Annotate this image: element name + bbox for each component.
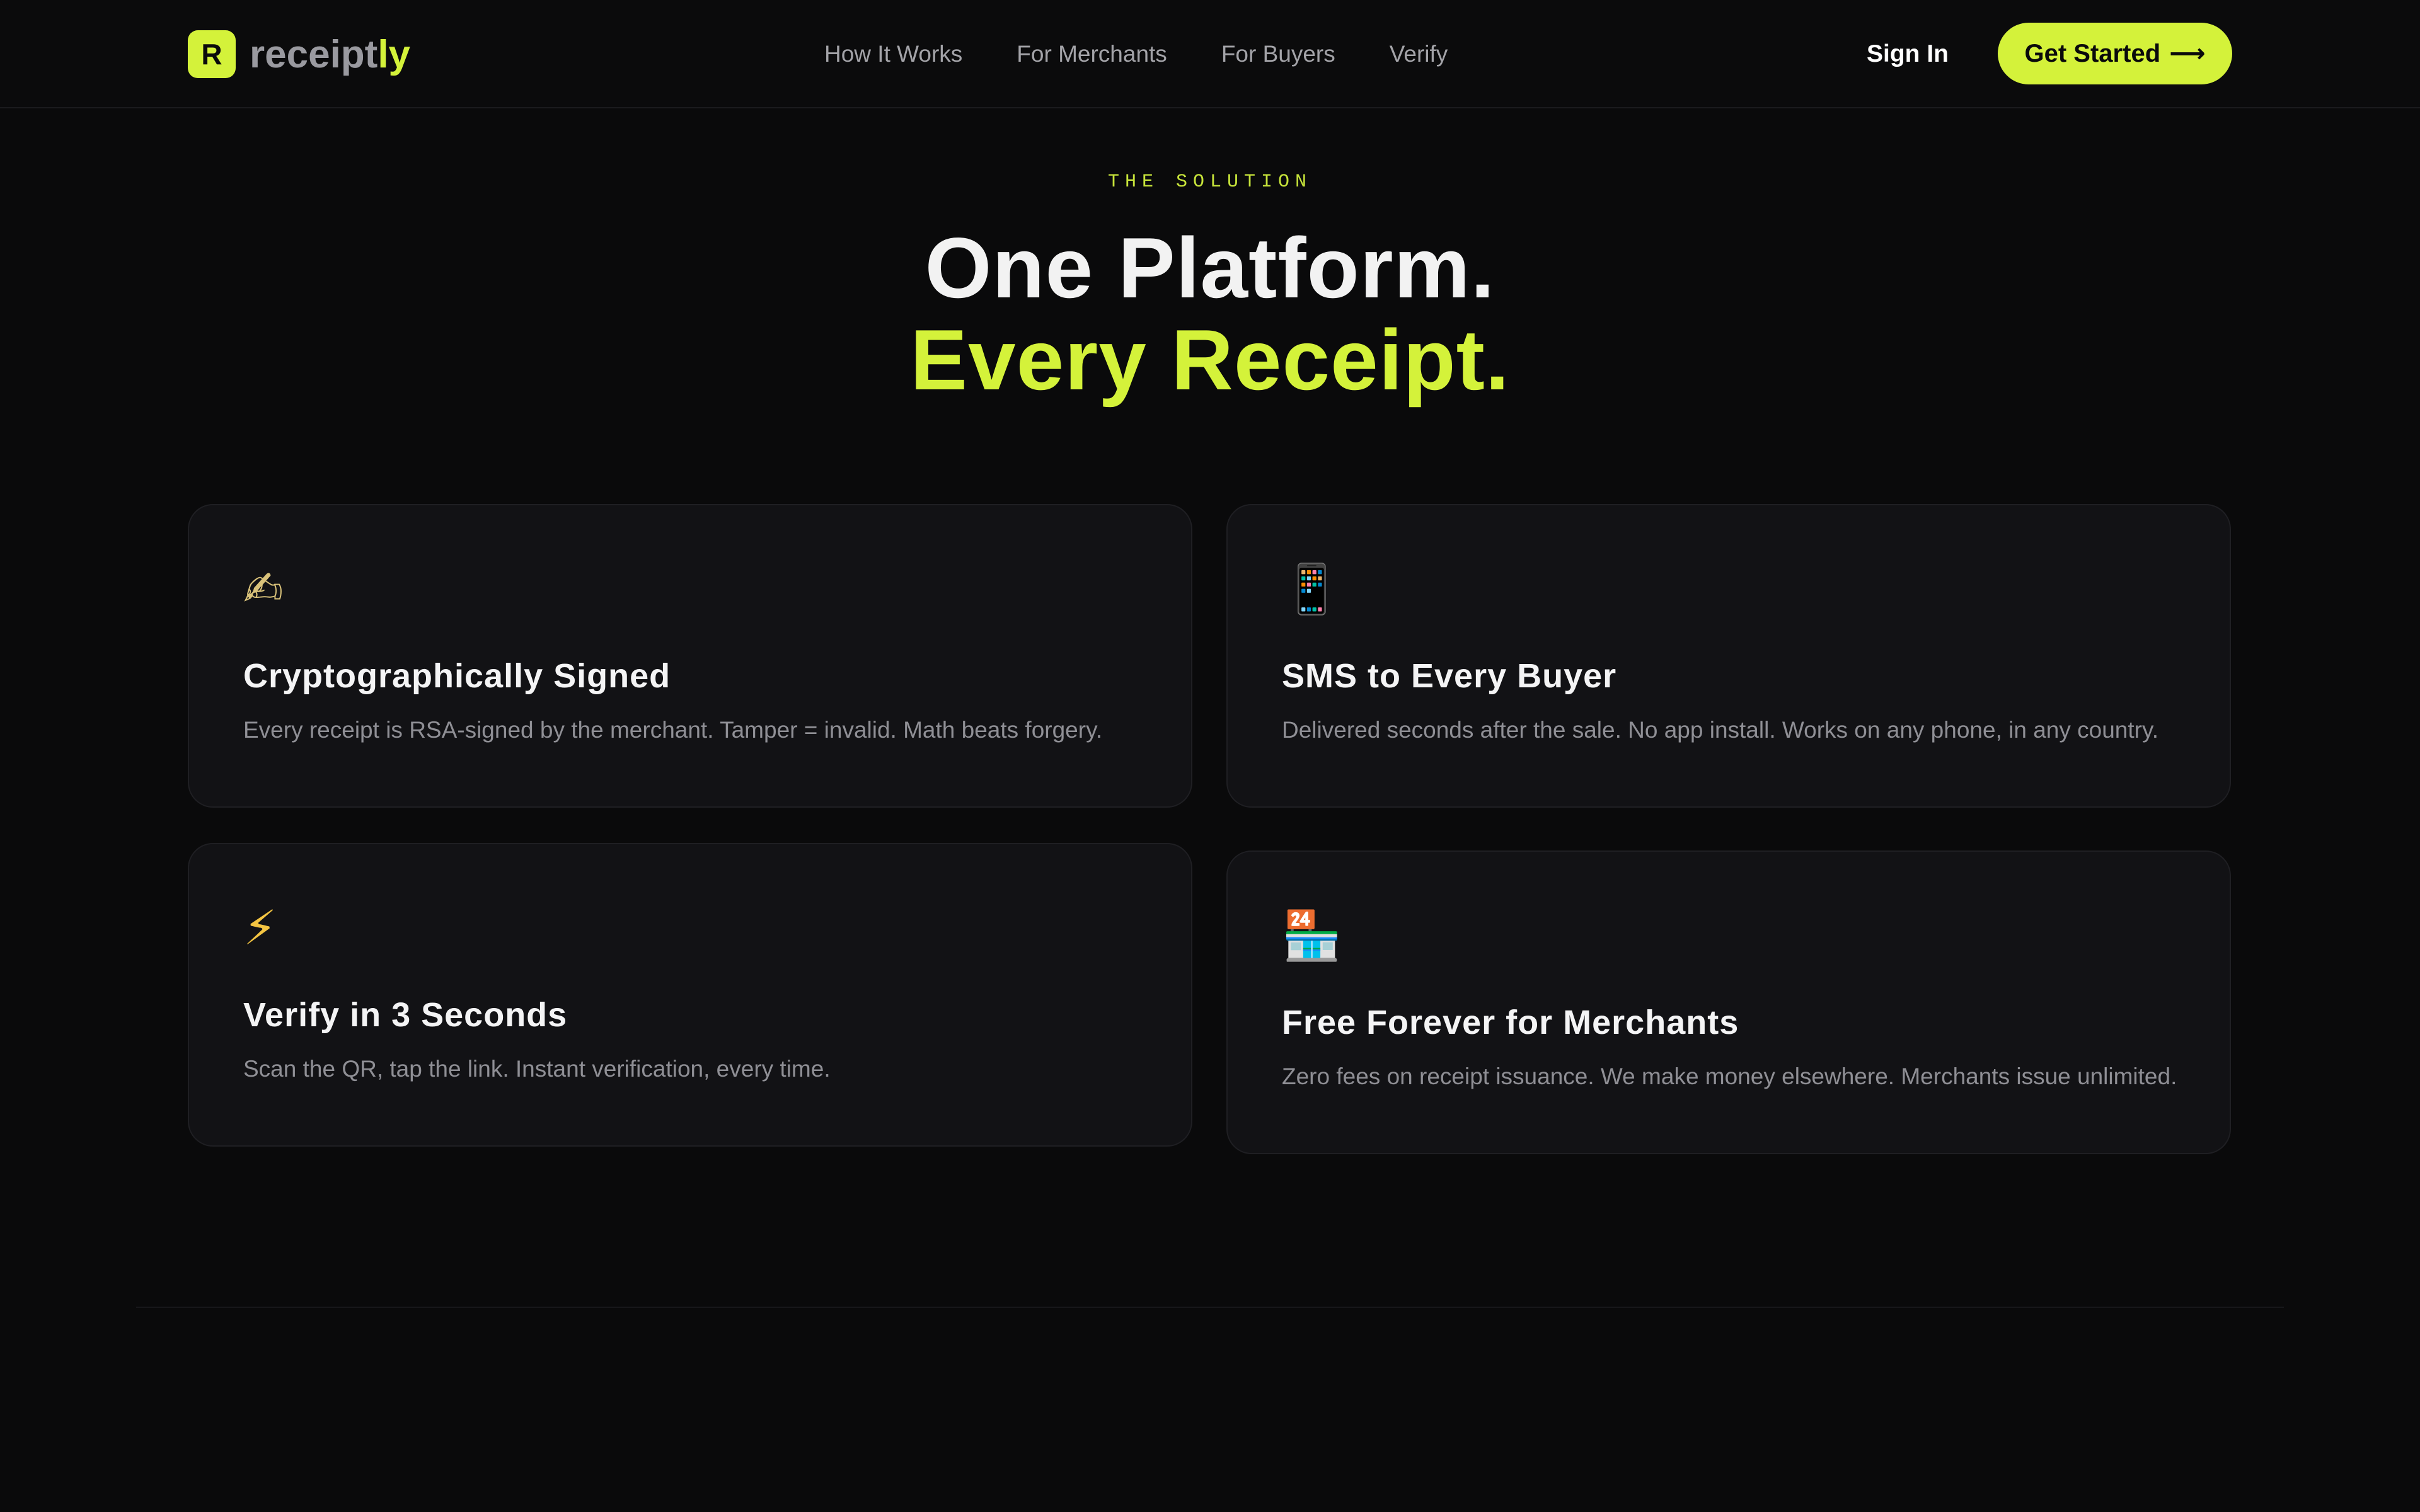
feature-description: Scan the QR, tap the link. Instant verif…: [243, 1056, 831, 1082]
brand-logo[interactable]: R receiptly: [188, 30, 410, 78]
top-navigation: R receiptly How It Works For Merchants F…: [0, 0, 2420, 108]
logo-text-accent: ly: [377, 32, 411, 76]
headline-line-2: Every Receipt.: [910, 312, 1510, 408]
convenience-store-icon: 🏪: [1282, 907, 1342, 963]
logo-text-main: receipt: [250, 32, 378, 76]
arrow-right-icon: ⟶: [2169, 39, 2206, 68]
nav-links: How It Works For Merchants For Buyers Ve…: [824, 37, 1448, 72]
feature-card-free: 🏪 Free Forever for Merchants Zero fees o…: [1226, 850, 2231, 1154]
feature-description: Zero fees on receipt issuance. We make m…: [1282, 1063, 2177, 1089]
feature-description: Every receipt is RSA-signed by the merch…: [243, 717, 1103, 743]
feature-description: Delivered seconds after the sale. No app…: [1282, 717, 2159, 743]
sign-in-link[interactable]: Sign In: [1867, 37, 1949, 72]
signature-pen-icon: ✍: [243, 561, 284, 617]
lightning-bolt-icon: ⚡: [243, 900, 277, 956]
feature-title: SMS to Every Buyer: [1282, 657, 1617, 695]
headline-line-1: One Platform.: [925, 220, 1495, 316]
feature-title: Free Forever for Merchants: [1282, 1004, 1739, 1041]
nav-link-for-buyers[interactable]: For Buyers: [1221, 41, 1335, 67]
section-eyebrow: THE SOLUTION: [1107, 171, 1313, 193]
feature-title: Verify in 3 Seconds: [243, 996, 568, 1034]
nav-link-how-it-works[interactable]: How It Works: [824, 41, 962, 67]
feature-card-signed: ✍ Cryptographically Signed Every receipt…: [188, 504, 1192, 808]
nav-link-for-merchants[interactable]: For Merchants: [1017, 41, 1167, 67]
landing-page: R receiptly How It Works For Merchants F…: [0, 0, 2420, 1512]
feature-title: Cryptographically Signed: [243, 657, 671, 695]
feature-card-sms: 📱 SMS to Every Buyer Delivered seconds a…: [1226, 504, 2231, 808]
nav-link-verify[interactable]: Verify: [1390, 41, 1448, 67]
get-started-label: Get Started: [2024, 39, 2161, 67]
section-divider: [136, 1307, 2284, 1308]
logo-mark: R: [188, 30, 236, 78]
mobile-phone-icon: 📱: [1282, 561, 1342, 617]
logo-wordmark: receiptly: [250, 32, 410, 77]
get-started-button[interactable]: Get Started ⟶: [1998, 23, 2232, 84]
feature-card-verify: ⚡ Verify in 3 Seconds Scan the QR, tap t…: [188, 843, 1192, 1147]
section-headline: One Platform. Every Receipt.: [0, 222, 2420, 406]
